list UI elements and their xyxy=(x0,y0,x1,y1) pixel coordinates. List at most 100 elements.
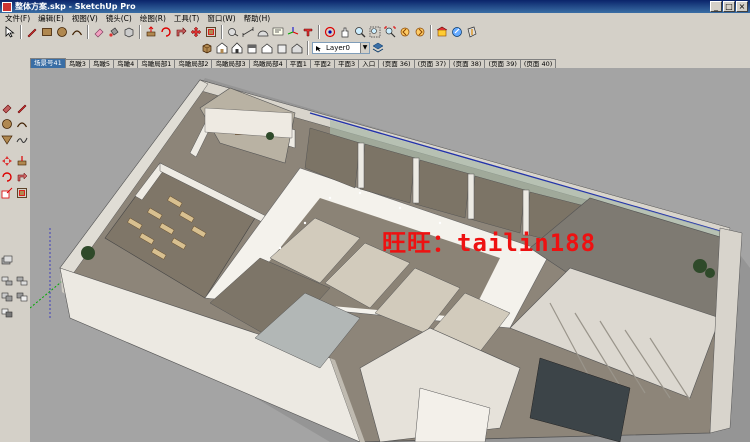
text-icon[interactable] xyxy=(271,25,285,39)
menu-bar: 文件(F) 编辑(E) 视图(V) 镜头(C) 绘图(R) 工具(T) 窗口(W… xyxy=(0,13,750,24)
menu-help[interactable]: 帮助(H) xyxy=(241,13,276,24)
follow-me-icon[interactable] xyxy=(174,25,188,39)
make-component-icon[interactable] xyxy=(122,25,136,39)
eraser-icon[interactable] xyxy=(92,25,106,39)
menu-file[interactable]: 文件(F) xyxy=(2,13,35,24)
toolbar-separator xyxy=(221,25,223,39)
scene-tab-plan3[interactable]: 平面3 xyxy=(334,59,360,68)
scene-tab-bird-detail4[interactable]: 鸟瞰局部4 xyxy=(248,59,287,68)
rotate-icon[interactable] xyxy=(0,170,14,184)
orbit-icon[interactable] xyxy=(323,25,337,39)
freehand-icon[interactable] xyxy=(15,133,29,147)
group-icon[interactable] xyxy=(15,274,29,288)
pan-icon[interactable] xyxy=(338,25,352,39)
zoom-extents-icon[interactable] xyxy=(383,25,397,39)
toolbar-separator xyxy=(307,41,309,55)
layer-select[interactable]: Layer0 ▼ xyxy=(312,42,370,54)
rectangle-icon[interactable] xyxy=(40,25,54,39)
title-bar[interactable]: 整体方案.skp - SketchUp Pro _ □ × xyxy=(0,0,750,13)
zoom-icon[interactable] xyxy=(353,25,367,39)
menu-view[interactable]: 视图(V) xyxy=(69,13,103,24)
rotate-icon[interactable] xyxy=(159,25,173,39)
solid-union-icon[interactable] xyxy=(0,290,14,304)
circle-icon[interactable] xyxy=(55,25,69,39)
window-title: 整体方案.skp - SketchUp Pro xyxy=(15,2,136,11)
scene-tab-bird3[interactable]: 鸟瞰3 xyxy=(64,59,90,68)
section-icon[interactable] xyxy=(465,25,479,39)
arc-icon[interactable] xyxy=(15,117,29,131)
toolbar-separator xyxy=(87,25,89,39)
scene-tab-scene41[interactable]: 场景号41 xyxy=(30,58,66,68)
offset-icon[interactable] xyxy=(15,186,29,200)
scene-tab-page39[interactable]: (页面 39) xyxy=(484,59,521,68)
components-icon[interactable] xyxy=(200,41,214,55)
axes-icon[interactable] xyxy=(286,25,300,39)
outliner-icon[interactable] xyxy=(0,274,14,288)
menu-tools[interactable]: 工具(T) xyxy=(171,13,204,24)
home-view-icon[interactable] xyxy=(230,41,244,55)
paint-bucket-icon[interactable] xyxy=(107,25,121,39)
right-view-icon[interactable] xyxy=(260,41,274,55)
move-icon[interactable] xyxy=(189,25,203,39)
share-model-icon[interactable] xyxy=(450,25,464,39)
scene-tab-page38[interactable]: (页面 38) xyxy=(449,59,486,68)
next-view-icon[interactable] xyxy=(413,25,427,39)
scene-tab-plan2[interactable]: 平面2 xyxy=(309,59,336,68)
push-pull-icon[interactable] xyxy=(15,154,29,168)
warehouse-icon[interactable] xyxy=(435,25,449,39)
scene-tab-bird-detail2[interactable]: 鸟瞰局部2 xyxy=(174,59,213,68)
dropdown-arrow-icon[interactable]: ▼ xyxy=(360,43,369,53)
scene-tab-plan1[interactable]: 平面1 xyxy=(285,59,311,68)
pencil-icon[interactable] xyxy=(15,101,29,115)
minimize-button[interactable]: _ xyxy=(710,1,722,12)
scene-tab-bird-detail1[interactable]: 鸟瞰局部1 xyxy=(137,59,176,68)
iso-view-icon[interactable] xyxy=(215,41,229,55)
close-button[interactable]: × xyxy=(736,1,748,12)
follow-me-icon[interactable] xyxy=(15,170,29,184)
toolbar-separator xyxy=(20,25,22,39)
scene-tab-page36[interactable]: (页面 36) xyxy=(378,59,415,68)
menu-window[interactable]: 窗口(W) xyxy=(204,13,240,24)
3d-text-icon[interactable] xyxy=(301,25,315,39)
eraser-icon[interactable] xyxy=(0,101,14,115)
move-icon[interactable] xyxy=(0,154,14,168)
front-view-icon[interactable] xyxy=(245,41,259,55)
menu-camera[interactable]: 镜头(C) xyxy=(103,13,137,24)
pencil-icon[interactable] xyxy=(25,25,39,39)
scene-tab-bird4[interactable]: 鸟瞰4 xyxy=(113,59,139,68)
scene-tab-bird5[interactable]: 鸟瞰5 xyxy=(88,59,115,68)
scene-tab-page40[interactable]: (页面 40) xyxy=(519,59,557,68)
select-icon[interactable] xyxy=(3,25,17,39)
offset-icon[interactable] xyxy=(204,25,218,39)
menu-edit[interactable]: 编辑(E) xyxy=(35,13,69,24)
polygon-icon[interactable] xyxy=(0,133,14,147)
scale-icon[interactable] xyxy=(0,186,14,200)
component-stack-icon[interactable] xyxy=(0,254,14,268)
protractor-icon[interactable] xyxy=(256,25,270,39)
circle-icon[interactable] xyxy=(0,117,14,131)
menu-draw[interactable]: 绘图(R) xyxy=(137,13,171,24)
model-viewport[interactable]: 旺旺：tailin188 xyxy=(30,68,750,442)
toolbar-separator xyxy=(430,25,432,39)
arc-icon[interactable] xyxy=(70,25,84,39)
maximize-button[interactable]: □ xyxy=(723,1,735,12)
scene-tab-bird-detail3[interactable]: 鸟瞰局部3 xyxy=(211,59,250,68)
zoom-window-icon[interactable] xyxy=(368,25,382,39)
scene-tab-entrance[interactable]: 入口 xyxy=(358,59,380,68)
current-layer-arrow-icon xyxy=(316,45,321,51)
watermark-text: 旺旺：tailin188 xyxy=(382,229,597,257)
left-view-icon[interactable] xyxy=(290,41,304,55)
scene-tabs: 场景号41 鸟瞰3 鸟瞰5 鸟瞰4 鸟瞰局部1 鸟瞰局部2 鸟瞰局部3 鸟瞰局部… xyxy=(30,58,557,68)
solid-intersect-icon[interactable] xyxy=(0,306,14,320)
sketchup-logo-icon xyxy=(2,1,12,12)
solid-subtract-icon[interactable] xyxy=(15,290,29,304)
previous-view-icon[interactable] xyxy=(398,25,412,39)
layers-icon[interactable] xyxy=(371,41,385,55)
tape-measure-icon[interactable] xyxy=(226,25,240,39)
view-toolbar: Layer0 ▼ xyxy=(200,41,385,55)
scene-tab-page37[interactable]: (页面 37) xyxy=(413,59,451,68)
back-view-icon[interactable] xyxy=(275,41,289,55)
push-pull-icon[interactable] xyxy=(144,25,158,39)
dimension-icon[interactable] xyxy=(241,25,255,39)
main-toolbar xyxy=(3,25,479,39)
